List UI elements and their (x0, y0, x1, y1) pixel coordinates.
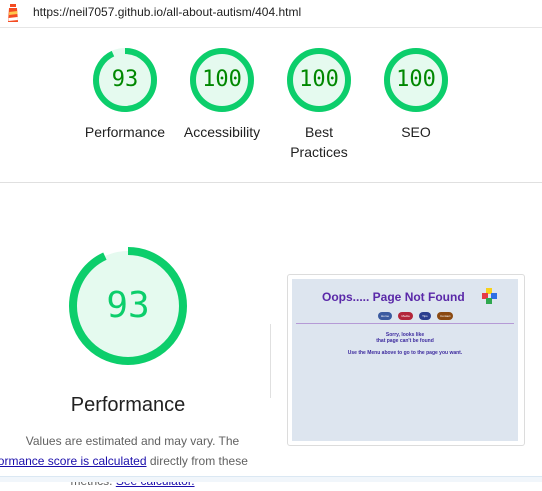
screenshot-msg3: Use the Menu above to go to the page you… (347, 350, 463, 356)
accessibility-score: 100 (202, 67, 242, 92)
performance-label: Performance (84, 124, 166, 140)
screenshot-nav-home: Home (378, 312, 393, 320)
accessibility-gauge[interactable]: 100 (189, 47, 255, 113)
bottom-strip (0, 476, 542, 482)
best-practices-score: 100 (299, 67, 339, 92)
best-practices-gauge[interactable]: 100 (286, 47, 352, 113)
screenshot-nav: Home Media Tips Contact (378, 312, 455, 321)
accessibility-label: Accessibility (183, 124, 261, 140)
final-screenshot[interactable]: Oops..... Page Not Found Home Media Tips… (287, 274, 525, 446)
lighthouse-icon (8, 4, 18, 22)
performance-score-link[interactable]: performance score is calculated (0, 454, 147, 468)
best-practices-label-line1: Best (304, 124, 333, 140)
performance-detail-title: Performance (70, 394, 186, 416)
seo-label: SEO (401, 124, 431, 140)
performance-gauge[interactable]: 93 (92, 47, 158, 113)
best-practices-label: Best Practices (269, 122, 369, 162)
screenshot-nav-contact: Contact (437, 312, 454, 320)
page-url[interactable]: https://neil7057.github.io/all-about-aut… (33, 5, 301, 19)
seo-gauge[interactable]: 100 (383, 47, 449, 113)
vertical-divider (270, 324, 271, 398)
best-practices-label-line2: Practices (290, 144, 348, 160)
screenshot-title: Oops..... Page Not Found (322, 290, 465, 304)
screenshot-rule (296, 323, 514, 324)
screenshot-nav-media: Media (398, 312, 413, 320)
performance-score: 93 (111, 67, 139, 92)
estimate-note: Values are estimated and may vary. The p… (0, 431, 275, 491)
screenshot-content: Oops..... Page Not Found Home Media Tips… (292, 279, 518, 441)
screenshot-msg2: that page can't be found (376, 338, 434, 344)
performance-detail-gauge: 93 (67, 245, 189, 367)
estimate-note-line1: Values are estimated and may vary. The (25, 434, 240, 448)
performance-detail-score: 93 (106, 285, 150, 326)
seo-score: 100 (396, 67, 436, 92)
puzzle-icon (482, 288, 497, 304)
address-bar: https://neil7057.github.io/all-about-aut… (0, 0, 542, 28)
screenshot-nav-tips: Tips (419, 312, 431, 320)
estimate-note-tail: directly from these (149, 454, 248, 468)
estimate-note-line2: performance score is calculated directly… (0, 451, 255, 471)
section-divider (0, 182, 542, 183)
